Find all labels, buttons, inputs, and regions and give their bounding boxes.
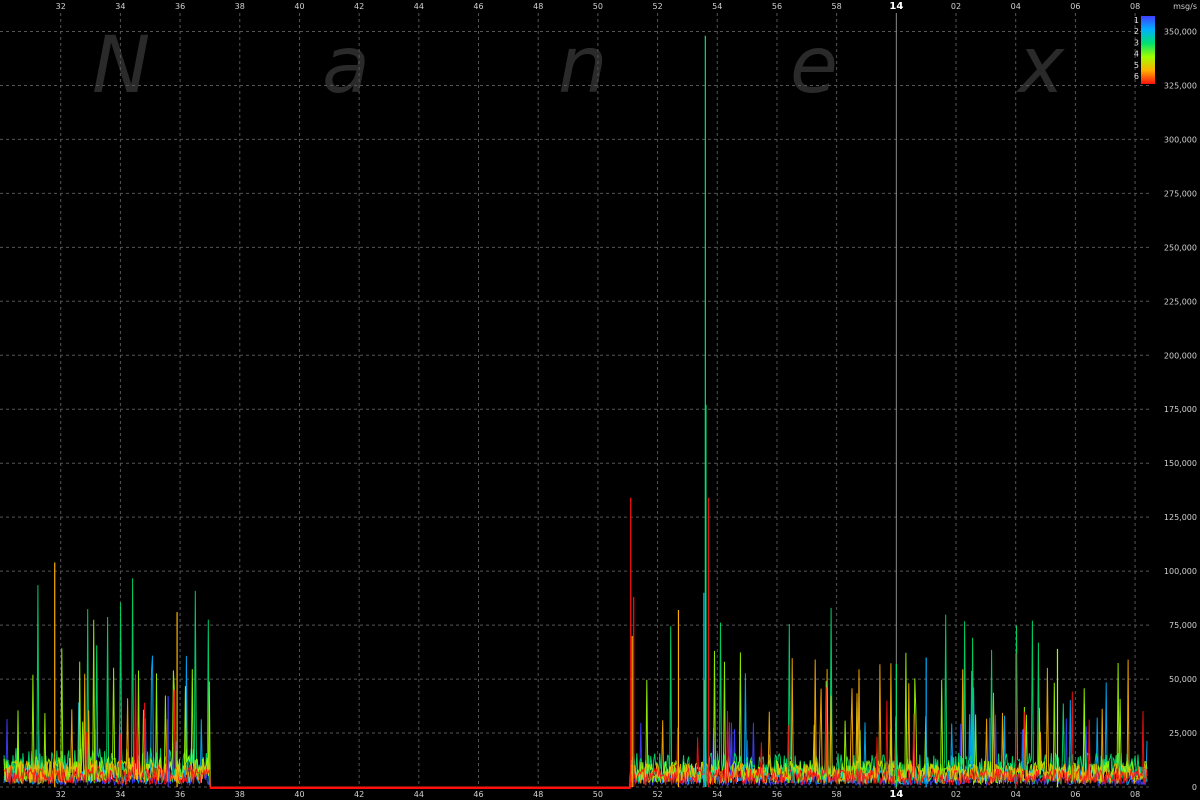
legend-entry: 4 bbox=[1134, 50, 1139, 59]
x-tick-label: 50 bbox=[593, 2, 603, 11]
legend-entry: 3 bbox=[1134, 38, 1139, 47]
y-tick-label: 250,000 bbox=[1164, 243, 1197, 252]
y-tick-label: 150,000 bbox=[1164, 459, 1197, 468]
legend-entry: 2 bbox=[1134, 27, 1139, 36]
watermark-letter: N bbox=[92, 21, 150, 111]
x-tick-label: 54 bbox=[712, 2, 722, 11]
y-tick-label: 200,000 bbox=[1164, 351, 1197, 360]
x-tick-label: 56 bbox=[772, 2, 782, 11]
x-tick-label: 58 bbox=[832, 790, 842, 799]
x-tick-label: 06 bbox=[1070, 790, 1080, 799]
y-tick-label: 325,000 bbox=[1164, 81, 1197, 90]
x-tick-label: 46 bbox=[473, 2, 483, 11]
unit-label: msg/s bbox=[1173, 2, 1197, 11]
x-tick-label: 36 bbox=[175, 2, 185, 11]
y-axis: 0 25,000 50,000 75,000 100,000 125,000 150,000… bbox=[1164, 27, 1197, 792]
x-tick-label: 50 bbox=[593, 790, 603, 799]
x-tick-label: 42 bbox=[354, 2, 364, 11]
x-tick-label: 14 bbox=[889, 789, 903, 800]
x-tick-label: 48 bbox=[533, 790, 543, 799]
watermark-letter: a bbox=[322, 21, 370, 111]
x-tick-label: 44 bbox=[414, 2, 424, 11]
x-tick-label: 08 bbox=[1130, 790, 1140, 799]
y-tick-label: 50,000 bbox=[1169, 675, 1197, 684]
x-tick-label: 08 bbox=[1130, 2, 1140, 11]
x-tick-label: 06 bbox=[1070, 2, 1080, 11]
watermark-letter: e bbox=[790, 21, 838, 111]
x-tick-label: 52 bbox=[652, 2, 662, 11]
x-tick-label: 44 bbox=[414, 790, 424, 799]
legend-entry: 6 bbox=[1134, 72, 1139, 81]
legend-color-bar bbox=[1141, 16, 1155, 84]
x-tick-label: 48 bbox=[533, 2, 543, 11]
legend-entry: 1 bbox=[1134, 16, 1139, 25]
x-tick-label: 14 bbox=[889, 1, 903, 12]
y-tick-label: 75,000 bbox=[1169, 621, 1197, 630]
message-rate-chart: Nanex 3232343436363838404042424444464648… bbox=[0, 0, 1200, 800]
y-tick-label: 300,000 bbox=[1164, 135, 1197, 144]
x-tick-label: 46 bbox=[473, 790, 483, 799]
x-tick-label: 04 bbox=[1011, 2, 1021, 11]
x-tick-label: 34 bbox=[115, 2, 125, 11]
watermark-letter: x bbox=[1015, 21, 1065, 111]
x-tick-label: 54 bbox=[712, 790, 722, 799]
y-tick-label: 100,000 bbox=[1164, 567, 1197, 576]
y-tick-label: 25,000 bbox=[1169, 729, 1197, 738]
x-tick-label: 58 bbox=[832, 2, 842, 11]
y-tick-label: 350,000 bbox=[1164, 27, 1197, 36]
legend-entry: 5 bbox=[1134, 61, 1139, 70]
x-tick-label: 40 bbox=[294, 790, 304, 799]
y-tick-label: 275,000 bbox=[1164, 189, 1197, 198]
x-tick-label: 38 bbox=[235, 2, 245, 11]
y-tick-label: 125,000 bbox=[1164, 513, 1197, 522]
y-tick-label: 225,000 bbox=[1164, 297, 1197, 306]
x-tick-label: 34 bbox=[115, 790, 125, 799]
x-tick-label: 02 bbox=[951, 2, 961, 11]
x-tick-label: 02 bbox=[951, 790, 961, 799]
x-tick-label: 04 bbox=[1011, 790, 1021, 799]
x-tick-label: 38 bbox=[235, 790, 245, 799]
y-tick-label: 175,000 bbox=[1164, 405, 1197, 414]
x-tick-label: 56 bbox=[772, 790, 782, 799]
x-tick-label: 52 bbox=[652, 790, 662, 799]
x-tick-label: 36 bbox=[175, 790, 185, 799]
y-tick-label: 0 bbox=[1192, 783, 1197, 792]
x-tick-label: 32 bbox=[56, 2, 66, 11]
x-tick-label: 40 bbox=[294, 2, 304, 11]
watermark-letter: n bbox=[558, 21, 607, 111]
x-tick-label: 42 bbox=[354, 790, 364, 799]
x-tick-label: 32 bbox=[56, 790, 66, 799]
